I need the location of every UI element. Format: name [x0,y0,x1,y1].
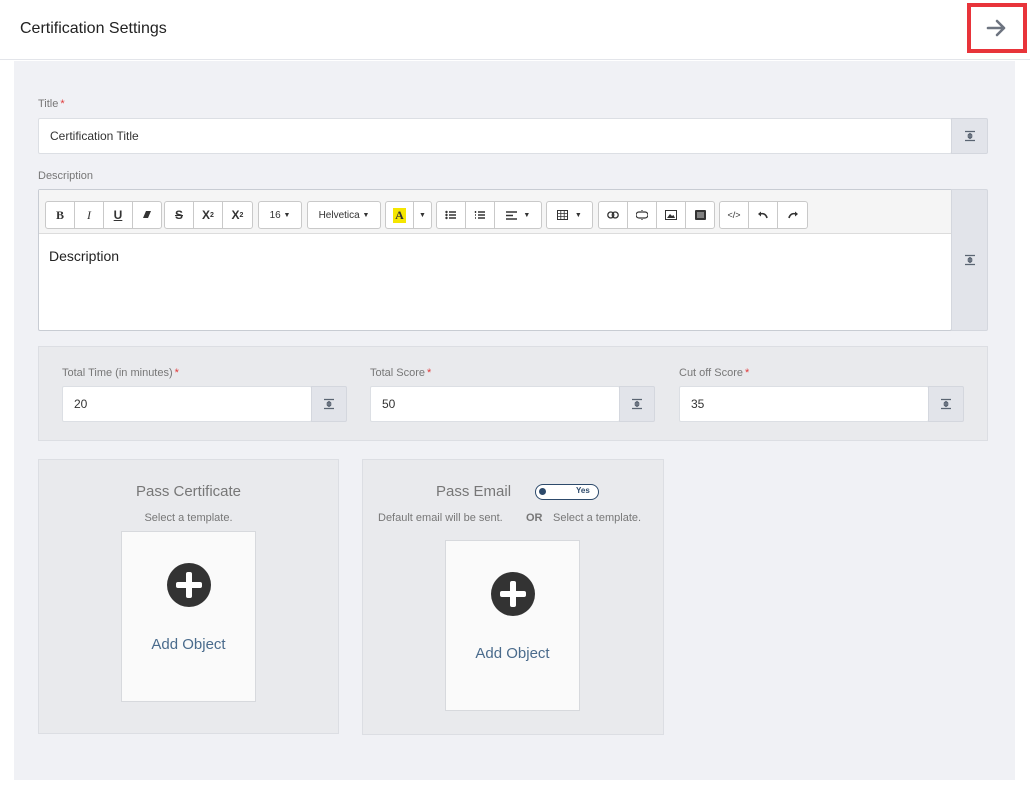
align-left-icon [505,210,517,220]
pass-certificate-add-object[interactable]: Add Object [121,531,256,702]
link-button[interactable] [599,202,628,228]
eraser-icon [143,211,151,218]
numbered-list-icon [474,211,485,219]
font-family-group: Helvetica ▼ [307,201,381,229]
insert-variable-icon [964,130,975,142]
redo-button[interactable] [778,202,807,228]
editor-toolbar: B I U S X2 X2 16 ▼ Helvetica ▼ A ▼ ▼ ▼ <… [39,190,951,234]
page-header: Certification Settings [0,0,1030,60]
insert-group [598,201,715,229]
undo-button[interactable] [749,202,778,228]
total-time-label: Total Time (in minutes) * [62,367,179,379]
video-button[interactable] [686,202,714,228]
description-variable-button[interactable] [951,189,988,331]
toggle-label: Yes [576,486,590,495]
total-score-variable-button[interactable] [619,386,655,422]
caret-down-icon: ▼ [362,211,370,219]
pass-email-add-object[interactable]: Add Object [445,540,580,711]
pass-certificate-card: Pass Certificate Select a template. Add … [38,459,339,734]
bullet-list-icon [445,210,456,220]
next-button[interactable] [967,3,1027,53]
table-dropdown[interactable]: ▼ [547,202,592,228]
page-title: Certification Settings [20,20,167,37]
align-dropdown[interactable]: ▼ [495,202,541,228]
title-variable-button[interactable] [951,118,988,154]
text-color-button[interactable]: A [386,202,414,228]
score-panel: Total Time (in minutes) * 20 Total Score *… [38,346,988,441]
underline-button[interactable]: U [104,202,133,228]
image-icon [665,210,677,220]
color-dropdown[interactable]: ▼ [414,202,431,228]
title-input[interactable]: Certification Title [38,118,952,154]
settings-panel: Title * Certification Title Description B… [14,61,1015,780]
caret-down-icon: ▼ [574,211,582,219]
table-icon [557,210,569,220]
plus-circle-icon [491,572,535,616]
total-time-input[interactable]: 20 [62,386,312,422]
insert-variable-icon [941,398,951,410]
bold-button[interactable]: B [46,202,75,228]
insert-variable-icon [964,254,975,266]
superscript-button[interactable]: X2 [194,202,223,228]
image-button[interactable] [657,202,686,228]
pass-certificate-title: Pass Certificate [135,483,242,500]
title-label: Title * [38,98,65,110]
cutoff-score-input[interactable]: 35 [679,386,929,422]
format-group: B I U [45,201,162,229]
unlink-button[interactable] [628,202,657,228]
script-group: S X2 X2 [164,201,253,229]
description-editor[interactable]: B I U S X2 X2 16 ▼ Helvetica ▼ A ▼ ▼ ▼ <… [38,189,952,331]
numbered-list-button[interactable] [466,202,495,228]
cutoff-score-variable-button[interactable] [928,386,964,422]
undo-icon [758,211,768,219]
pass-email-toggle[interactable]: Yes [535,484,599,500]
default-email-text: Default email will be sent. [378,512,503,524]
plus-circle-icon [167,563,211,607]
table-group: ▼ [546,201,593,229]
caret-down-icon: ▼ [523,211,531,219]
strikethrough-button[interactable]: S [165,202,194,228]
insert-variable-icon [632,398,642,410]
code-view-button[interactable]: </> [720,202,749,228]
bullet-list-button[interactable] [437,202,466,228]
description-text[interactable]: Description [49,248,119,264]
pass-certificate-subtitle: Select a template. [144,512,233,524]
or-text: OR [526,512,543,524]
cutoff-score-label: Cut off Score * [679,367,750,379]
list-group: ▼ [436,201,542,229]
add-object-label: Add Object [151,636,226,653]
video-icon [694,210,706,220]
link-icon [607,211,619,219]
italic-button[interactable]: I [75,202,104,228]
font-size-group: 16 ▼ [258,201,302,229]
total-score-label: Total Score * [370,367,432,379]
select-template-text: Select a template. [553,512,642,524]
code-group: </> [719,201,808,229]
font-family-dropdown[interactable]: Helvetica ▼ [308,202,380,228]
redo-icon [787,211,798,219]
caret-down-icon: ▼ [283,211,291,219]
color-group: A ▼ [385,201,432,229]
total-score-input[interactable]: 50 [370,386,620,422]
insert-variable-icon [324,398,334,410]
unlink-icon [636,210,648,220]
subscript-button[interactable]: X2 [223,202,252,228]
caret-down-icon: ▼ [419,211,426,219]
description-label: Description [38,170,94,182]
font-size-dropdown[interactable]: 16 ▼ [259,202,301,228]
add-object-label: Add Object [475,645,550,662]
pass-email-title: Pass Email [436,483,512,500]
pass-email-card: Pass Email Yes Default email will be sen… [362,459,664,735]
clear-format-button[interactable] [133,202,161,228]
total-time-variable-button[interactable] [311,386,347,422]
arrow-right-icon [986,19,1006,37]
toggle-knob [539,488,546,495]
